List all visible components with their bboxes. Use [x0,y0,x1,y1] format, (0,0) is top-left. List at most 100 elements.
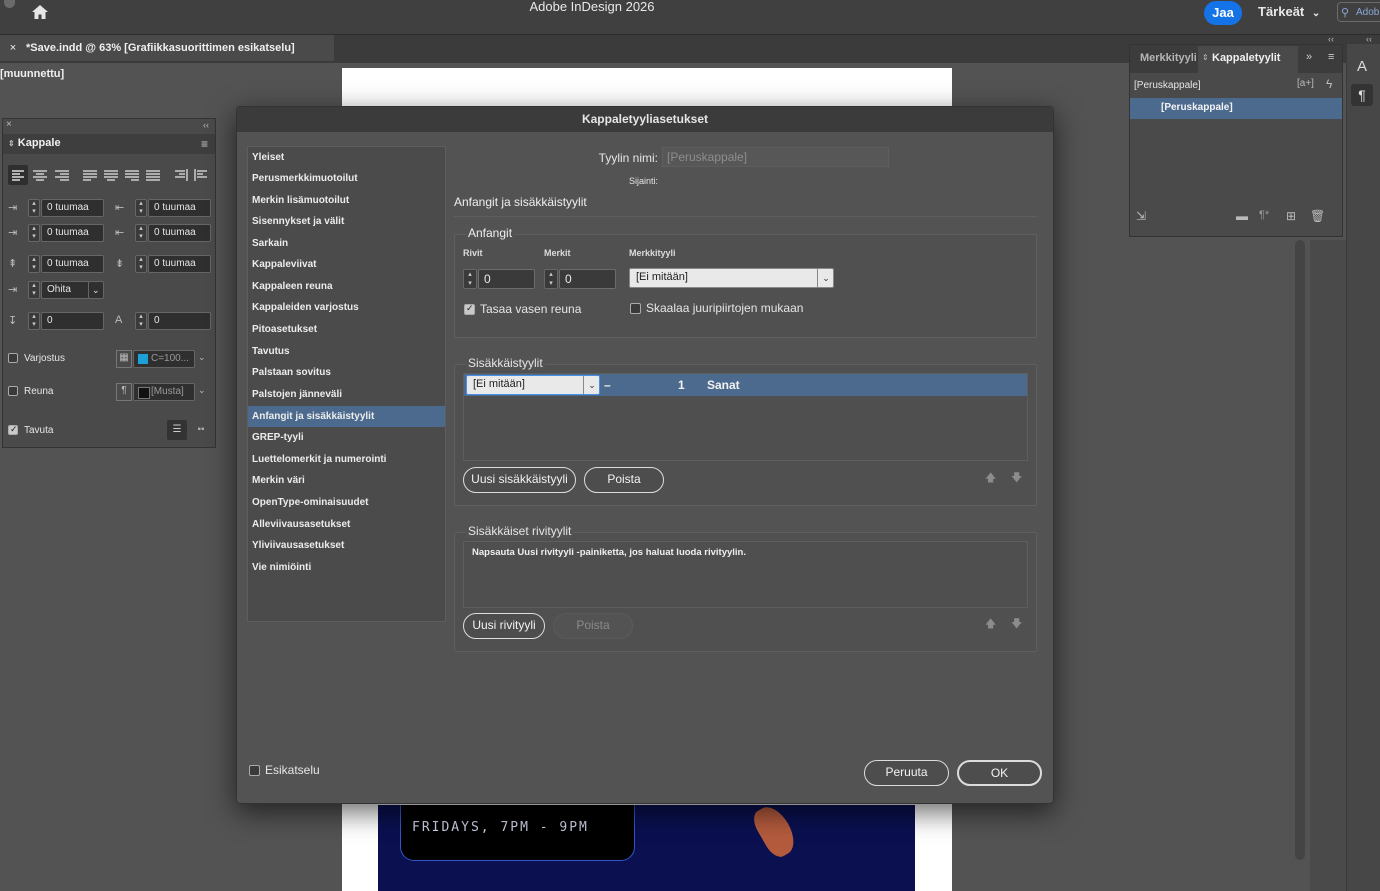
category-item[interactable]: Merkin väri [252,470,445,491]
justify-left-button[interactable] [80,165,100,185]
category-item[interactable]: Alleviivausasetukset [252,514,445,535]
panel-menu-icon[interactable]: ≡ [1328,51,1334,63]
new-line-style-button[interactable]: Uusi rivityyli [463,613,545,639]
tab-character-styles[interactable]: Merkkityyli [1140,52,1196,64]
dropcap-chars-stepper[interactable]: ▴ ▾ [135,312,147,330]
close-icon[interactable]: × [6,119,12,130]
align-center-button[interactable] [30,165,50,185]
shading-checkbox[interactable] [8,353,18,363]
align-left-edge-checkbox[interactable] [464,303,475,315]
chevron-down-icon[interactable]: ⌄ [88,281,104,299]
category-item[interactable]: Pitoasetukset [252,319,445,340]
category-item[interactable]: Perusmerkkimuotoilut [252,168,445,189]
first-line-indent-field[interactable]: 0 tuumaa [41,224,104,242]
collapse-dock-icon-2[interactable]: ‹‹ [1366,34,1372,44]
preview-checkbox[interactable] [249,765,260,776]
delete-nested-style-button[interactable]: Poista [584,467,664,493]
border-checkbox[interactable] [8,386,18,396]
category-item[interactable]: GREP-tyyli [252,427,445,448]
load-styles-icon[interactable]: ⇲ [1136,209,1146,223]
scale-descenders-checkbox[interactable] [630,303,641,314]
ok-button[interactable]: OK [957,760,1042,786]
category-item[interactable]: Palstojen jänneväli [252,384,445,405]
category-item[interactable]: Luettelomerkit ja numerointi [252,449,445,470]
dropcap-chars-input[interactable]: 0 [559,269,616,289]
category-item[interactable]: Merkin lisämuotoilut [252,190,445,211]
right-indent-stepper[interactable]: ▴ ▾ [135,199,147,217]
align-to-grid-select[interactable]: Ohita [41,281,89,299]
left-indent-stepper[interactable]: ▴ ▾ [28,199,40,217]
category-item[interactable]: OpenType-ominaisuudet [252,492,445,513]
close-icon[interactable]: × [0,35,26,61]
space-after-field[interactable]: 0 tuumaa [148,255,211,273]
align-towards-spine-button[interactable] [170,165,190,185]
paragraph-mark-icon[interactable]: ¶ [116,383,132,401]
dropcap-charstyle-select[interactable]: [Ei mitään] ⌄ [629,268,834,288]
category-item[interactable]: Vie nimiöinti [252,557,445,578]
chevron-down-icon[interactable]: ⌄ [198,385,206,396]
category-item[interactable]: Yliviivausasetukset [252,535,445,556]
justify-center-button[interactable] [101,165,121,185]
dropcap-rows-input[interactable]: 0 [478,269,535,289]
nested-style-select[interactable]: [Ei mitään] ⌄ [466,375,600,395]
dropcap-chars-stepper[interactable]: ▴ ▾ [544,269,558,289]
dropcap-lines-field[interactable]: 0 [41,312,104,330]
dropcap-rows-stepper[interactable]: ▴ ▾ [463,269,477,289]
hyphenate-checkbox[interactable] [8,424,18,435]
cancel-button[interactable]: Peruuta [864,760,949,786]
border-color-select[interactable]: [Musta] [133,383,195,401]
new-nested-style-button[interactable]: Uusi sisäkkäistyyli [463,467,576,493]
align-away-from-spine-button[interactable] [192,165,212,185]
move-up-icon[interactable]: 🡅 [985,469,996,488]
category-item[interactable]: Tavutus [252,341,445,362]
move-down-icon[interactable]: 🡇 [1011,469,1022,488]
share-button[interactable]: Jaa [1204,1,1242,25]
nested-style-unit[interactable]: Sanat [707,378,740,392]
align-left-button[interactable] [8,165,28,185]
collapse-panel-icon[interactable]: ‹‹ [203,120,209,130]
dropcap-lines-stepper[interactable]: ▴ ▾ [28,312,40,330]
align-to-grid-stepper[interactable]: ▴ ▾ [28,281,40,299]
last-line-indent-field[interactable]: 0 tuumaa [148,224,211,242]
align-right-button[interactable] [52,165,72,185]
character-styles-icon[interactable]: A [1351,58,1373,80]
first-line-indent-stepper[interactable]: ▴ ▾ [28,224,40,242]
category-item-selected[interactable]: Anfangit ja sisäkkäistyylit [252,406,445,427]
document-tab[interactable]: × *Save.indd @ 63% [Grafiikkasuorittimen … [0,35,334,80]
category-item[interactable]: Kappaleviivat [252,254,445,275]
space-before-stepper[interactable]: ▴ ▾ [28,255,40,273]
tab-paragraph-styles[interactable]: ⇕ Kappaletyylit [1198,46,1298,73]
panel-menu-icon[interactable]: ≡ [201,137,208,151]
new-style-icon[interactable]: ⊞ [1286,209,1296,223]
shading-grid-icon[interactable]: ▦ [116,350,132,368]
paragraph-panel-title[interactable]: ⇕ Kappale [8,137,61,149]
style-name-input[interactable]: [Peruskappale] [662,147,889,167]
clear-overrides-icon[interactable]: ¶* [1259,209,1269,221]
space-after-stepper[interactable]: ▴ ▾ [135,255,147,273]
category-item[interactable]: Yleiset [252,147,445,168]
vertical-scrollbar[interactable] [1295,240,1305,860]
single-line-composer-icon[interactable]: ☰ [167,420,187,440]
workspace-switcher[interactable]: Tärkeät ⌄ [1258,4,1320,19]
category-item[interactable]: Sisennykset ja välit [252,211,445,232]
category-item[interactable]: Palstaan sovitus [252,362,445,383]
category-item[interactable]: Kappaleiden varjostus [252,297,445,318]
paragraph-styles-icon[interactable]: ¶ [1351,84,1373,106]
category-item[interactable]: Sarkain [252,233,445,254]
category-item[interactable]: Kappaleen reuna [252,276,445,297]
shading-color-select[interactable]: C=100... [133,350,195,368]
left-indent-field[interactable]: 0 tuumaa [41,199,104,217]
paragraph-composer-icon[interactable]: ▪▪ [192,420,210,440]
chevron-down-icon[interactable]: ⌄ [198,352,206,363]
folder-icon[interactable]: ▬ [1236,209,1248,223]
dropcap-chars-field[interactable]: 0 [148,312,211,330]
last-line-indent-stepper[interactable]: ▴ ▾ [135,224,147,242]
trash-icon[interactable]: 🗑 [1310,209,1325,223]
space-before-field[interactable]: 0 tuumaa [41,255,104,273]
expand-panel-icon[interactable]: » [1306,51,1312,63]
new-style-group-icon[interactable]: [a+] [1297,78,1314,89]
right-indent-field[interactable]: 0 tuumaa [148,199,211,217]
collapse-dock-icon[interactable]: ‹‹ [1328,34,1334,44]
search-input[interactable]: ⚲ Adob [1337,2,1380,22]
justify-all-button[interactable] [143,165,163,185]
